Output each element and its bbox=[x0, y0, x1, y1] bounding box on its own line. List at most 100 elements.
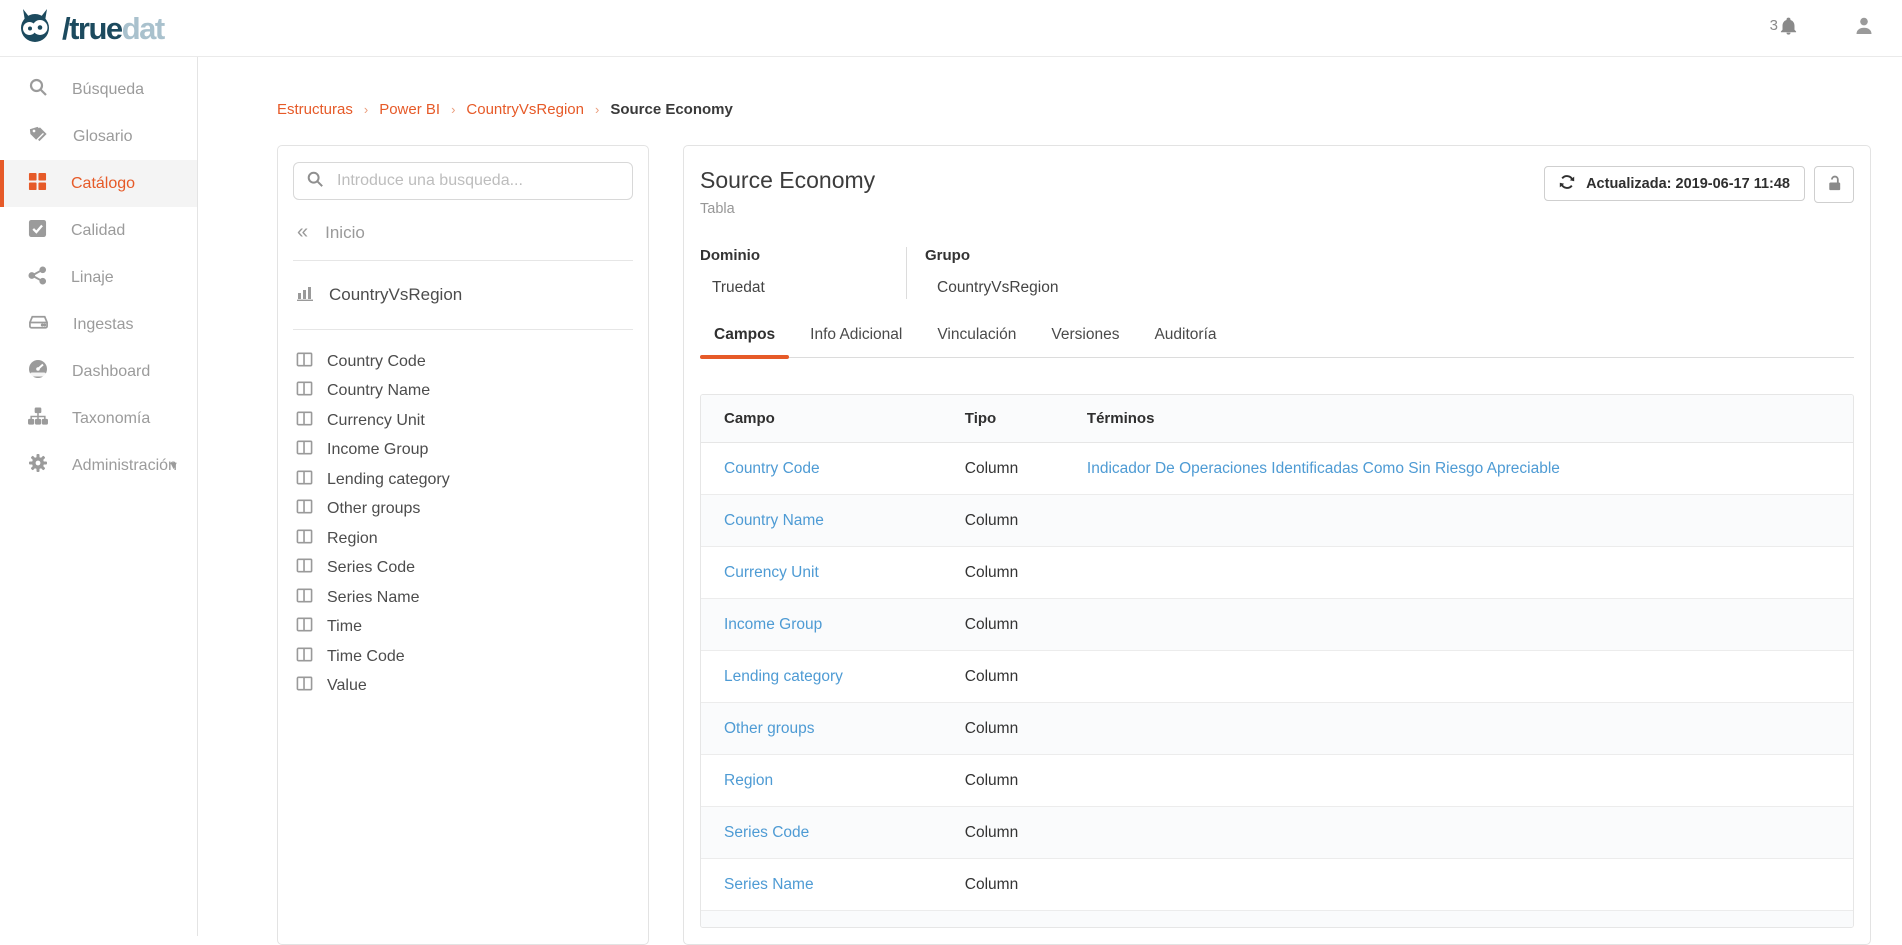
field-link[interactable]: Lending category bbox=[724, 668, 843, 685]
sidebar-item-ingestas[interactable]: Ingestas bbox=[0, 301, 197, 348]
breadcrumb-link-countryvsregion[interactable]: CountryVsRegion bbox=[466, 101, 584, 118]
unlock-button[interactable] bbox=[1814, 166, 1854, 203]
explorer-field-list: Country Code Country Name Currency Unit … bbox=[293, 347, 633, 701]
group-value: CountryVsRegion bbox=[937, 279, 1854, 297]
sidebar-item-busqueda[interactable]: Búsqueda bbox=[0, 66, 197, 113]
field-link[interactable]: Income Group bbox=[724, 616, 822, 633]
divider bbox=[293, 329, 633, 330]
notifications-button[interactable]: 3 bbox=[1770, 17, 1798, 40]
bell-icon bbox=[1779, 17, 1798, 40]
tab-versiones[interactable]: Versiones bbox=[1037, 326, 1133, 357]
owl-logo-icon bbox=[16, 5, 58, 52]
explorer-field-item[interactable]: Currency Unit bbox=[293, 406, 633, 436]
refresh-updated-button[interactable]: Actualizada: 2019-06-17 11:48 bbox=[1544, 166, 1805, 201]
breadcrumb-separator: › bbox=[451, 102, 455, 117]
structure-type-label: Tabla bbox=[700, 201, 875, 217]
truedat-logo[interactable]: /truedat bbox=[16, 5, 164, 52]
field-link[interactable]: Currency Unit bbox=[724, 564, 819, 581]
field-type: Column bbox=[965, 876, 1087, 894]
drive-icon bbox=[28, 312, 49, 337]
sidebar-item-calidad[interactable]: Calidad bbox=[0, 207, 197, 254]
breadcrumb-current: Source Economy bbox=[610, 101, 733, 118]
breadcrumb-link-powerbi[interactable]: Power BI bbox=[379, 101, 440, 118]
share-icon bbox=[28, 266, 47, 290]
field-link[interactable]: Series Code bbox=[724, 824, 809, 841]
bar-chart-icon bbox=[296, 284, 314, 307]
gauge-icon bbox=[28, 359, 48, 384]
explorer-field-item[interactable]: Country Code bbox=[293, 347, 633, 377]
columns-icon bbox=[296, 498, 313, 520]
field-link[interactable]: Country Code bbox=[724, 460, 820, 477]
term-link[interactable]: Indicador De Operaciones Identificadas C… bbox=[1087, 460, 1560, 477]
domain-value: Truedat bbox=[712, 279, 906, 297]
structure-detail-panel: Source Economy Tabla bbox=[683, 145, 1871, 945]
explorer-back-home[interactable]: « Inicio bbox=[297, 223, 633, 243]
sidebar-item-glosario[interactable]: Glosario bbox=[0, 113, 197, 160]
columns-icon bbox=[296, 410, 313, 432]
explorer-parent-node[interactable]: CountryVsRegion bbox=[296, 278, 633, 312]
tags-icon bbox=[28, 124, 49, 150]
tab-vinculacion[interactable]: Vinculación bbox=[923, 326, 1030, 357]
search-icon bbox=[28, 77, 48, 102]
columns-icon bbox=[296, 351, 313, 373]
table-row: Series Name Column bbox=[701, 859, 1853, 911]
field-link[interactable]: Country Name bbox=[724, 512, 824, 529]
columns-icon bbox=[296, 646, 313, 668]
explorer-field-item[interactable]: Series Code bbox=[293, 554, 633, 584]
group-label: Grupo bbox=[925, 247, 1854, 264]
table-row: Country Code Column Indicador De Operaci… bbox=[701, 443, 1853, 495]
sitemap-icon bbox=[28, 407, 48, 431]
columns-icon bbox=[296, 587, 313, 609]
fields-table: Campo Tipo Términos Country Code Column … bbox=[700, 394, 1854, 928]
field-link[interactable]: Region bbox=[724, 772, 773, 789]
field-type: Column bbox=[965, 564, 1087, 582]
explorer-field-item[interactable]: Value bbox=[293, 672, 633, 702]
field-type: Column bbox=[965, 460, 1087, 478]
sidebar-item-catalogo[interactable]: Catálogo bbox=[0, 160, 197, 207]
explorer-field-item[interactable]: Time bbox=[293, 613, 633, 643]
field-type: Column bbox=[965, 720, 1087, 738]
table-row: Other groups Column bbox=[701, 703, 1853, 755]
field-type: Column bbox=[965, 616, 1087, 634]
tab-auditoria[interactable]: Auditoría bbox=[1140, 326, 1230, 357]
search-input[interactable] bbox=[335, 171, 620, 191]
top-bar: /truedat 3 bbox=[0, 0, 1902, 57]
explorer-field-item[interactable]: Region bbox=[293, 524, 633, 554]
table-row: Series Code Column bbox=[701, 807, 1853, 859]
chevron-down-icon: ▼ bbox=[168, 460, 179, 472]
tab-campos[interactable]: Campos bbox=[700, 326, 789, 357]
explorer-search-box[interactable] bbox=[293, 162, 633, 200]
breadcrumb-link-estructuras[interactable]: Estructuras bbox=[277, 101, 353, 118]
explorer-field-item[interactable]: Time Code bbox=[293, 642, 633, 672]
sidebar-item-linaje[interactable]: Linaje bbox=[0, 254, 197, 301]
gear-icon bbox=[28, 453, 48, 478]
columns-icon bbox=[296, 439, 313, 461]
explorer-field-item[interactable]: Income Group bbox=[293, 436, 633, 466]
explorer-field-item[interactable]: Lending category bbox=[293, 465, 633, 495]
table-row: Region Column bbox=[701, 755, 1853, 807]
field-link[interactable]: Other groups bbox=[724, 720, 814, 737]
tab-info-adicional[interactable]: Info Adicional bbox=[796, 326, 916, 357]
field-type: Column bbox=[965, 512, 1087, 530]
sidebar-item-dashboard[interactable]: Dashboard bbox=[0, 348, 197, 395]
explorer-field-item[interactable]: Series Name bbox=[293, 583, 633, 613]
breadcrumb: Estructuras › Power BI › CountryVsRegion… bbox=[277, 101, 1871, 118]
columns-icon bbox=[296, 675, 313, 697]
sidebar-item-administracion[interactable]: Administración ▼ bbox=[0, 442, 197, 489]
explorer-field-item[interactable]: Other groups bbox=[293, 495, 633, 525]
table-row: Lending category Column bbox=[701, 651, 1853, 703]
field-link[interactable]: Series Name bbox=[724, 876, 814, 893]
breadcrumb-separator: › bbox=[595, 102, 599, 117]
column-header-terminos: Términos bbox=[1087, 410, 1853, 427]
detail-tabs: Campos Info Adicional Vinculación Versio… bbox=[700, 326, 1854, 358]
double-chevron-left-icon: « bbox=[297, 222, 308, 242]
columns-icon bbox=[296, 469, 313, 491]
domain-label: Dominio bbox=[700, 247, 906, 264]
explorer-field-item[interactable]: Country Name bbox=[293, 377, 633, 407]
main-sidebar: Búsqueda Glosario Catálogo bbox=[0, 57, 198, 936]
sidebar-item-taxonomia[interactable]: Taxonomía bbox=[0, 395, 197, 442]
user-menu-button[interactable] bbox=[1854, 16, 1874, 41]
table-header-row: Campo Tipo Términos bbox=[701, 395, 1853, 443]
field-type: Column bbox=[965, 824, 1087, 842]
page-title: Source Economy bbox=[700, 167, 875, 194]
